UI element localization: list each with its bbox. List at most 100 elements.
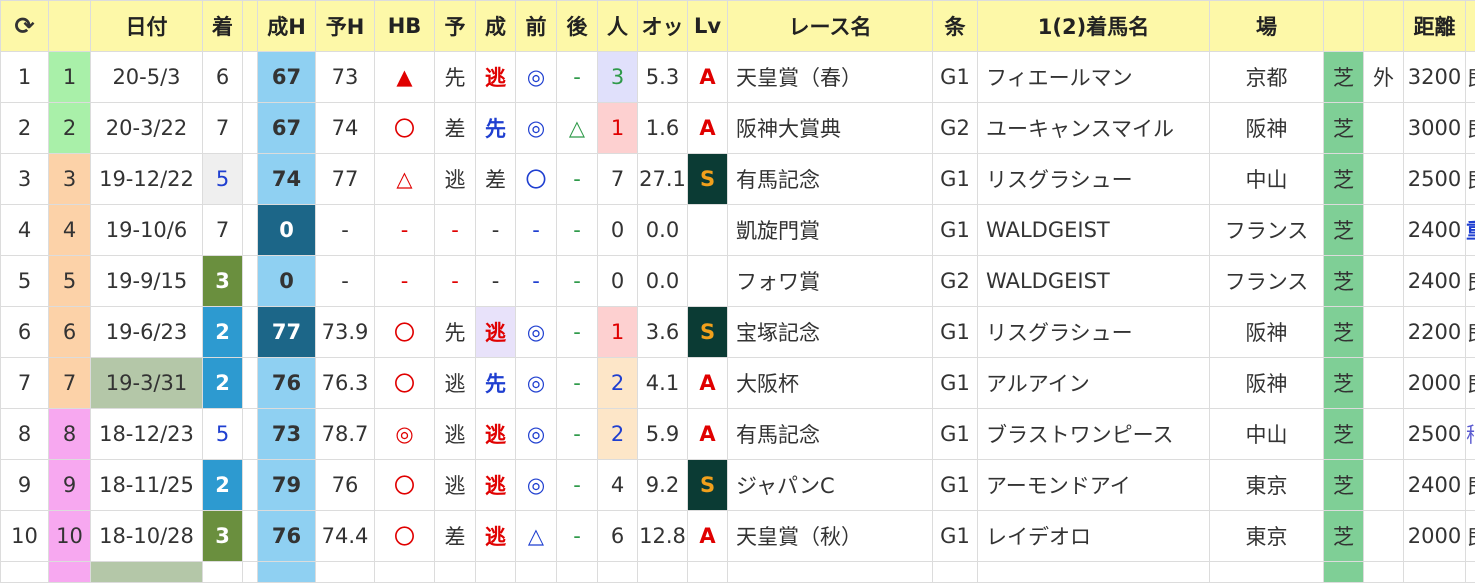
hb-mark: - <box>375 256 435 307</box>
row-index: 9 <box>1 460 49 511</box>
col-venue[interactable]: 場 <box>1210 1 1324 52</box>
going: 良 <box>1466 460 1475 511</box>
hb-mark: ◎ <box>375 409 435 460</box>
col-sei[interactable]: 成 <box>476 1 516 52</box>
table-row[interactable]: 4 4 19-10/6 7 0 - - - - - - 0 0.0 凱旋門賞 G… <box>1 205 1475 256</box>
row-number: 2 <box>49 103 91 154</box>
col-odds[interactable]: オッ <box>638 1 688 52</box>
ato-mark: - <box>557 256 598 307</box>
col-ato[interactable]: 後 <box>557 1 598 52</box>
col-yo[interactable]: 予 <box>435 1 476 52</box>
winner-horse[interactable]: アルアイン <box>978 358 1210 409</box>
ato-mark: - <box>557 154 598 205</box>
row-number: 9 <box>49 460 91 511</box>
yo-h-value: 76 <box>316 460 375 511</box>
refresh-cell[interactable]: ⟳ <box>1 1 49 52</box>
going: 良 <box>1466 103 1475 154</box>
spacer-cell <box>243 103 258 154</box>
yo-style: - <box>435 205 476 256</box>
level-badge <box>688 562 728 583</box>
col-yo-h[interactable]: 予H <box>316 1 375 52</box>
yo-style: - <box>435 256 476 307</box>
race-name[interactable]: ジャパンC <box>728 460 933 511</box>
finish-position: 7 <box>203 103 243 154</box>
course <box>1364 409 1404 460</box>
col-popularity[interactable]: 人 <box>598 1 638 52</box>
sei-style <box>476 562 516 583</box>
race-name[interactable]: 天皇賞（春） <box>728 52 933 103</box>
surface: 芝 <box>1324 307 1364 358</box>
race-name[interactable]: 有馬記念 <box>728 409 933 460</box>
race-name[interactable]: 有馬記念 <box>728 154 933 205</box>
col-distance[interactable]: 距離 <box>1404 1 1466 52</box>
winner-horse[interactable]: ユーキャンスマイル <box>978 103 1210 154</box>
winner-horse[interactable]: WALDGEIST <box>978 256 1210 307</box>
race-name[interactable]: フォワ賞 <box>728 256 933 307</box>
table-row[interactable]: 5 5 19-9/15 3 0 - - - - - - 0 0.0 フォワ賞 G… <box>1 256 1475 307</box>
winner-horse[interactable]: フィエールマン <box>978 52 1210 103</box>
yo-h-value: 74 <box>316 103 375 154</box>
winner-horse[interactable]: リスグラシュー <box>978 154 1210 205</box>
yo-style: 逃 <box>435 358 476 409</box>
surface: 芝 <box>1324 511 1364 562</box>
finish-position: 2 <box>203 460 243 511</box>
col-race-name[interactable]: レース名 <box>728 1 933 52</box>
col-date[interactable]: 日付 <box>91 1 203 52</box>
winner-horse[interactable]: ブラストワンピース <box>978 409 1210 460</box>
col-finish[interactable]: 着 <box>203 1 243 52</box>
finish-position: 2 <box>203 358 243 409</box>
winner-horse[interactable]: WALDGEIST <box>978 205 1210 256</box>
col-level[interactable]: Lv <box>688 1 728 52</box>
going: 良 <box>1466 52 1475 103</box>
table-row[interactable]: 8 8 18-12/23 5 73 78.7 ◎ 逃 逃 ◎ - 2 5.9 A… <box>1 409 1475 460</box>
table-row[interactable]: 3 3 19-12/22 5 74 77 △ 逃 差 〇 - 7 27.1 S … <box>1 154 1475 205</box>
distance: 2000 <box>1404 358 1466 409</box>
ato-mark: - <box>557 358 598 409</box>
race-name[interactable]: 宝塚記念 <box>728 307 933 358</box>
col-hb[interactable]: HB <box>375 1 435 52</box>
race-name[interactable]: 凱旋門賞 <box>728 205 933 256</box>
sei-style: 逃 <box>476 52 516 103</box>
refresh-icon[interactable]: ⟳ <box>14 12 34 40</box>
race-name[interactable]: 阪神大賞典 <box>728 103 933 154</box>
finish-position: 5 <box>203 154 243 205</box>
going <box>1466 562 1475 583</box>
table-row[interactable]: 1 1 20-5/3 6 67 73 ▲ 先 逃 ◎ - 3 5.3 A 天皇賞… <box>1 52 1475 103</box>
hb-mark: 〇 <box>375 307 435 358</box>
table-row[interactable]: 2 2 20-3/22 7 67 74 〇 差 先 ◎ △ 1 1.6 A 阪神… <box>1 103 1475 154</box>
col-sei-h[interactable]: 成H <box>258 1 316 52</box>
mae-mark: - <box>516 256 557 307</box>
level-badge: A <box>688 511 728 562</box>
col-class[interactable]: 条 <box>933 1 978 52</box>
race-date: 20-5/3 <box>91 52 203 103</box>
row-number: 6 <box>49 307 91 358</box>
table-row[interactable]: 10 10 18-10/28 3 76 74.4 〇 差 逃 △ - 6 12.… <box>1 511 1475 562</box>
venue: 中山 <box>1210 154 1324 205</box>
finish-position: 5 <box>203 409 243 460</box>
row-index: 8 <box>1 409 49 460</box>
race-name[interactable]: 天皇賞（秋） <box>728 511 933 562</box>
table-row[interactable]: 7 7 19-3/31 2 76 76.3 〇 逃 先 ◎ - 2 4.1 A … <box>1 358 1475 409</box>
venue: 阪神 <box>1210 307 1324 358</box>
winner-horse[interactable]: アーモンドアイ <box>978 460 1210 511</box>
col-mae[interactable]: 前 <box>516 1 557 52</box>
finish-position: 2 <box>203 307 243 358</box>
yo-style: 逃 <box>435 460 476 511</box>
spacer-cell <box>243 256 258 307</box>
distance: 2400 <box>1404 205 1466 256</box>
row-index: 6 <box>1 307 49 358</box>
popularity: 2 <box>598 358 638 409</box>
table-row[interactable]: 6 6 19-6/23 2 77 73.9 〇 先 逃 ◎ - 1 3.6 S … <box>1 307 1475 358</box>
popularity: 0 <box>598 256 638 307</box>
winner-horse[interactable]: レイデオロ <box>978 511 1210 562</box>
table-row-partial <box>1 562 1475 583</box>
col-winner[interactable]: 1(2)着馬名 <box>978 1 1210 52</box>
col-course <box>1364 1 1404 52</box>
hb-mark: 〇 <box>375 103 435 154</box>
mae-mark: ◎ <box>516 409 557 460</box>
race-class: G1 <box>933 409 978 460</box>
sei-style: 先 <box>476 103 516 154</box>
winner-horse[interactable]: リスグラシュー <box>978 307 1210 358</box>
table-row[interactable]: 9 9 18-11/25 2 79 76 〇 逃 逃 ◎ - 4 9.2 S ジ… <box>1 460 1475 511</box>
race-name[interactable]: 大阪杯 <box>728 358 933 409</box>
